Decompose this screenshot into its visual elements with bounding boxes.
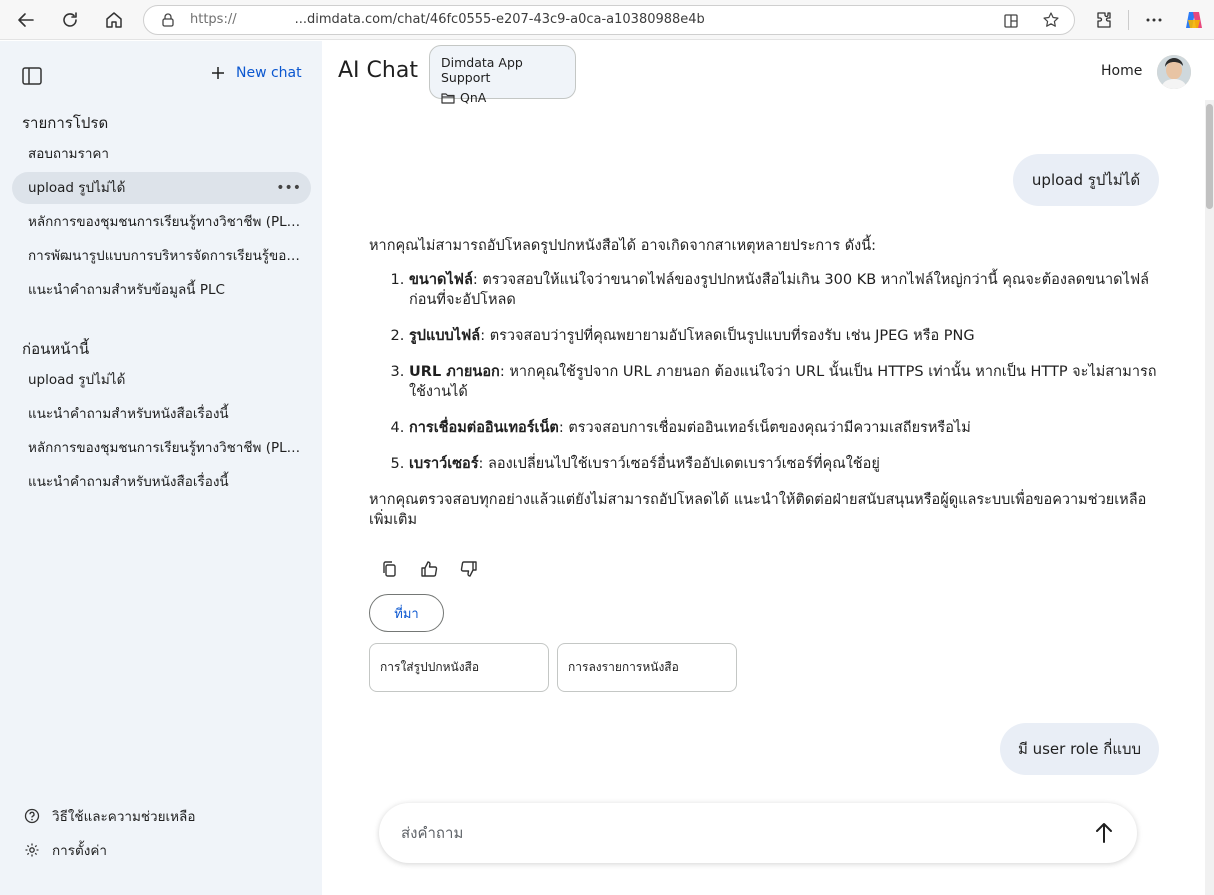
favorite-item[interactable]: แนะนำคำถามสำหรับข้อมูลนี้ PLC <box>12 274 311 306</box>
lock-icon[interactable] <box>160 12 176 32</box>
copy-icon[interactable] <box>378 558 400 580</box>
thumbs-down-icon[interactable] <box>458 558 480 580</box>
more-options-icon[interactable]: ••• <box>276 172 301 204</box>
sources-button[interactable]: ที่มา <box>369 594 444 632</box>
home-link[interactable]: Home <box>1101 63 1142 79</box>
answer-item: รูปแบบไฟล์: ตรวจสอบว่ารูปที่คุณพยายามอัป… <box>409 326 1159 346</box>
new-chat-label: New chat <box>236 65 302 81</box>
history-item[interactable]: แนะนำคำถามสำหรับหนังสือเรื่องนี้ <box>12 466 311 498</box>
question-input[interactable] <box>401 820 1051 846</box>
answer-outro: หากคุณตรวจสอบทุกอย่างแล้วแต่ยังไม่สามารถ… <box>369 492 1147 528</box>
more-menu-icon[interactable] <box>1140 6 1168 34</box>
favorite-star-icon[interactable] <box>1042 11 1060 33</box>
copilot-icon[interactable] <box>1180 6 1208 34</box>
source-card[interactable]: การใส่รูปปกหนังสือ <box>369 643 549 692</box>
folder-icon <box>441 92 455 104</box>
history-item[interactable]: upload รูปไม่ได้ <box>12 364 311 396</box>
context-chip[interactable]: Dimdata App Support QnA <box>429 45 576 105</box>
home-icon[interactable] <box>100 6 128 34</box>
history-item[interactable]: หลักการของชุมชนการเรียนรู้ทางวิชาชีพ (PL… <box>12 432 311 464</box>
send-arrow-icon[interactable] <box>1091 820 1117 846</box>
answer-intro: หากคุณไม่สามารถอัปโหลดรูปปกหนังสือได้ อา… <box>369 238 877 254</box>
assistant-answer: หากคุณไม่สามารถอัปโหลดรูปปกหนังสือได้ อา… <box>369 236 1159 530</box>
answer-item-text: : ตรวจสอบให้แน่ใจว่าขนาดไฟล์ของรูปปกหนัง… <box>409 272 1150 308</box>
help-icon <box>24 808 40 824</box>
history-item[interactable]: แนะนำคำถามสำหรับหนังสือเรื่องนี้ <box>12 398 311 430</box>
favorite-item[interactable]: หลักการของชุมชนการเรียนรู้ทางวิชาชีพ (PL… <box>12 206 311 238</box>
answer-item-title: URL ภายนอก <box>409 364 500 380</box>
toolbar-divider <box>1128 10 1129 30</box>
answer-item: ขนาดไฟล์: ตรวจสอบให้แน่ใจว่าขนาดไฟล์ของร… <box>409 270 1159 310</box>
browser-toolbar: https:// ...dimdata.com/chat/46fc0555-e2… <box>0 0 1214 40</box>
answer-item-text: : หากคุณใช้รูปจาก URL ภายนอก ต้องแน่ใจว่… <box>409 364 1157 400</box>
thumbs-up-icon[interactable] <box>418 558 440 580</box>
source-card[interactable]: การลงรายการหนังสือ <box>557 643 737 692</box>
answer-item-text: : ตรวจสอบว่ารูปที่คุณพยายามอัปโหลดเป็นรู… <box>480 328 975 344</box>
favorite-item[interactable]: การพัฒนารูปแบบการบริหารจัดการเรียนรู้ของ… <box>12 240 311 272</box>
avatar[interactable] <box>1157 55 1191 89</box>
favorite-item-label: upload รูปไม่ได้ <box>28 180 126 196</box>
answer-item-title: รูปแบบไฟล์ <box>409 328 481 344</box>
answer-item: URL ภายนอก: หากคุณใช้รูปจาก URL ภายนอก ต… <box>409 362 1159 402</box>
answer-list: ขนาดไฟล์: ตรวจสอบให้แน่ใจว่าขนาดไฟล์ของร… <box>409 270 1159 474</box>
message-composer <box>379 803 1137 863</box>
extensions-icon[interactable] <box>1090 6 1118 34</box>
settings-link[interactable]: การตั้งค่า <box>24 839 107 861</box>
answer-actions <box>378 558 480 580</box>
answer-item: การเชื่อมต่ออินเทอร์เน็ต: ตรวจสอบการเชื่… <box>409 418 1159 438</box>
favorites-heading: รายการโปรด <box>22 114 109 132</box>
scrollbar[interactable] <box>1205 100 1214 895</box>
sidebar-toggle-icon[interactable] <box>21 65 43 87</box>
new-chat-button[interactable]: New chat <box>210 65 302 81</box>
sidebar: New chat รายการโปรด สอบถามราคา upload รู… <box>0 41 322 895</box>
settings-label: การตั้งค่า <box>52 843 107 859</box>
scrollbar-thumb[interactable] <box>1206 104 1213 209</box>
user-message: มี user role กี่แบบ <box>1000 723 1159 775</box>
favorite-item[interactable]: สอบถามราคา <box>12 138 311 170</box>
user-message: upload รูปไม่ได้ <box>1013 154 1159 206</box>
refresh-icon[interactable] <box>56 6 84 34</box>
gear-icon <box>25 843 39 857</box>
answer-item-title: การเชื่อมต่ออินเทอร์เน็ต <box>409 420 559 436</box>
address-bar[interactable]: https:// ...dimdata.com/chat/46fc0555-e2… <box>143 5 1075 35</box>
answer-item-text: : ตรวจสอบการเชื่อมต่ออินเทอร์เน็ตของคุณว… <box>558 420 971 436</box>
answer-item-title: เบราว์เซอร์ <box>409 456 479 472</box>
page-title: AI Chat <box>338 58 418 83</box>
favorite-item-active[interactable]: upload รูปไม่ได้ ••• <box>12 172 311 204</box>
back-icon[interactable] <box>12 6 40 34</box>
split-screen-icon[interactable] <box>1002 12 1020 34</box>
answer-item: เบราว์เซอร์: ลองเปลี่ยนไปใช้เบราว์เซอร์อ… <box>409 454 1159 474</box>
url-text: https:// ...dimdata.com/chat/46fc0555-e2… <box>190 12 705 27</box>
context-folder: QnA <box>460 90 487 105</box>
answer-item-text: : ลองเปลี่ยนไปใช้เบราว์เซอร์อื่นหรืออัปเ… <box>478 456 880 472</box>
answer-item-title: ขนาดไฟล์ <box>409 272 473 288</box>
plus-icon <box>212 67 224 79</box>
context-name: Dimdata App Support <box>441 55 523 85</box>
previous-heading: ก่อนหน้านี้ <box>22 340 90 358</box>
help-label: วิธีใช้และความช่วยเหลือ <box>52 809 196 825</box>
help-link[interactable]: วิธีใช้และความช่วยเหลือ <box>24 805 195 827</box>
